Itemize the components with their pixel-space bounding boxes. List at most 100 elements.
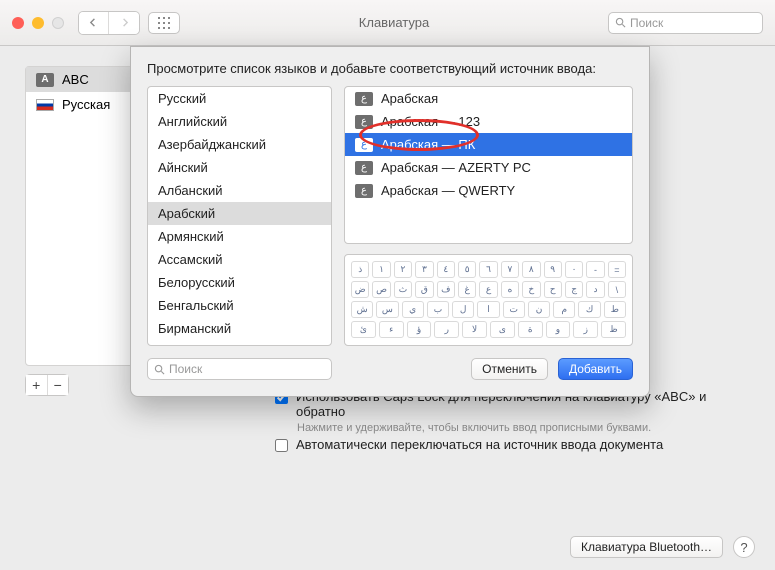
- keyboard-row: ئءؤرلاىةوزظ: [351, 321, 626, 338]
- key: ٧: [501, 261, 519, 278]
- layout-item[interactable]: عАрабская — AZERTY PC: [345, 156, 632, 179]
- key: ص: [372, 281, 390, 298]
- key: ٦: [479, 261, 497, 278]
- key: ٨: [522, 261, 540, 278]
- arabic-icon: ع: [355, 184, 373, 198]
- key: ء: [379, 321, 404, 338]
- key: =: [608, 261, 626, 278]
- window-title: Клавиатура: [188, 15, 600, 30]
- layout-item[interactable]: عАрабская — QWERTY: [345, 179, 632, 202]
- sheet-title: Просмотрите список языков и добавьте соо…: [147, 61, 633, 76]
- key: ا: [477, 301, 499, 318]
- key: ٠: [565, 261, 583, 278]
- key: ط: [604, 301, 626, 318]
- key: \: [608, 281, 626, 298]
- help-button[interactable]: ?: [733, 536, 755, 558]
- key: ة: [518, 321, 543, 338]
- capslock-hint: Нажмите и удерживайте, чтобы включить вв…: [275, 422, 750, 434]
- zoom-window-button[interactable]: [52, 17, 64, 29]
- language-item[interactable]: Бенгальский: [148, 294, 331, 317]
- language-item[interactable]: Английский: [148, 110, 331, 133]
- layout-item[interactable]: عАрабская — ПК: [345, 133, 632, 156]
- key: ث: [394, 281, 412, 298]
- cancel-button[interactable]: Отменить: [471, 358, 548, 380]
- language-item[interactable]: Армянский: [148, 225, 331, 248]
- key: ن: [528, 301, 550, 318]
- key: ٢: [394, 261, 412, 278]
- show-all-button[interactable]: [148, 12, 180, 34]
- add-source-button[interactable]: +: [26, 375, 48, 395]
- add-input-source-sheet: Просмотрите список языков и добавьте соо…: [130, 46, 650, 397]
- keyboard-preview: ذ١٢٣٤٥٦٧٨٩٠-= ضصثقفغعهخحجد\ شسيبلاتنمكط ئءؤ…: [344, 254, 633, 346]
- key: ذ: [351, 261, 369, 278]
- key: ض: [351, 281, 369, 298]
- keyboard-row: شسيبلاتنمكط: [351, 301, 626, 318]
- source-label: Русская: [62, 97, 110, 112]
- key: -: [586, 261, 604, 278]
- bluetooth-keyboard-button[interactable]: Клавиатура Bluetooth…: [570, 536, 723, 558]
- layout-item[interactable]: عАрабская — 123: [345, 110, 632, 133]
- nav-back-forward: [78, 11, 140, 35]
- key: ئ: [351, 321, 376, 338]
- key: ز: [573, 321, 598, 338]
- key: و: [546, 321, 571, 338]
- key: ى: [490, 321, 515, 338]
- arabic-icon: ع: [355, 92, 373, 106]
- language-item[interactable]: Бирманский: [148, 317, 331, 340]
- traffic-lights: [12, 17, 64, 29]
- key: ش: [351, 301, 373, 318]
- layout-list[interactable]: عАрабскаяعАрабская — 123عАрабская — ПКعА…: [344, 86, 633, 244]
- sheet-search[interactable]: Поиск: [147, 358, 332, 380]
- language-item[interactable]: Белорусский: [148, 271, 331, 294]
- arabic-icon: ع: [355, 138, 373, 152]
- key: م: [553, 301, 575, 318]
- language-item[interactable]: Албанский: [148, 179, 331, 202]
- keyboard-row: ذ١٢٣٤٥٦٧٨٩٠-=: [351, 261, 626, 278]
- title-bar: Клавиатура Поиск: [0, 0, 775, 46]
- search-icon: [615, 17, 626, 28]
- layout-item[interactable]: عАрабская: [345, 87, 632, 110]
- key: ج: [565, 281, 583, 298]
- forward-button[interactable]: [109, 12, 139, 34]
- minimize-window-button[interactable]: [32, 17, 44, 29]
- language-item[interactable]: Айнский: [148, 156, 331, 179]
- arabic-icon: ع: [355, 161, 373, 175]
- close-window-button[interactable]: [12, 17, 24, 29]
- search-icon: [154, 364, 165, 375]
- remove-source-button[interactable]: −: [48, 375, 69, 395]
- key: ف: [437, 281, 455, 298]
- key: لا: [462, 321, 487, 338]
- language-item[interactable]: Азербайджанский: [148, 133, 331, 156]
- key: ب: [427, 301, 449, 318]
- language-list[interactable]: РусскийАнглийскийАзербайджанскийАйнскийА…: [147, 86, 332, 346]
- language-item[interactable]: Русский: [148, 87, 331, 110]
- key: ؤ: [407, 321, 432, 338]
- keyboard-row: ضصثقفغعهخحجد\: [351, 281, 626, 298]
- key: د: [586, 281, 604, 298]
- add-button[interactable]: Добавить: [558, 358, 633, 380]
- key: غ: [458, 281, 476, 298]
- add-remove-segmented: + −: [25, 374, 69, 396]
- abc-icon: A: [36, 73, 54, 87]
- key: ي: [402, 301, 424, 318]
- key: ك: [578, 301, 600, 318]
- key: ح: [544, 281, 562, 298]
- language-item[interactable]: Арабский: [148, 202, 331, 225]
- key: ٥: [458, 261, 476, 278]
- key: ع: [479, 281, 497, 298]
- back-button[interactable]: [79, 12, 109, 34]
- arabic-icon: ع: [355, 115, 373, 129]
- auto-switch-checkbox[interactable]: [275, 439, 288, 452]
- ru-flag-icon: [36, 99, 54, 111]
- toolbar-search[interactable]: Поиск: [608, 12, 763, 34]
- toolbar-search-placeholder: Поиск: [630, 16, 663, 30]
- option-auto-switch[interactable]: Автоматически переключаться на источник …: [275, 434, 750, 455]
- key: ق: [415, 281, 433, 298]
- language-item[interactable]: Ассамский: [148, 248, 331, 271]
- key: ه: [501, 281, 519, 298]
- key: ر: [434, 321, 459, 338]
- key: ٩: [544, 261, 562, 278]
- key: ٤: [437, 261, 455, 278]
- key: ظ: [601, 321, 626, 338]
- source-label: ABC: [62, 72, 89, 87]
